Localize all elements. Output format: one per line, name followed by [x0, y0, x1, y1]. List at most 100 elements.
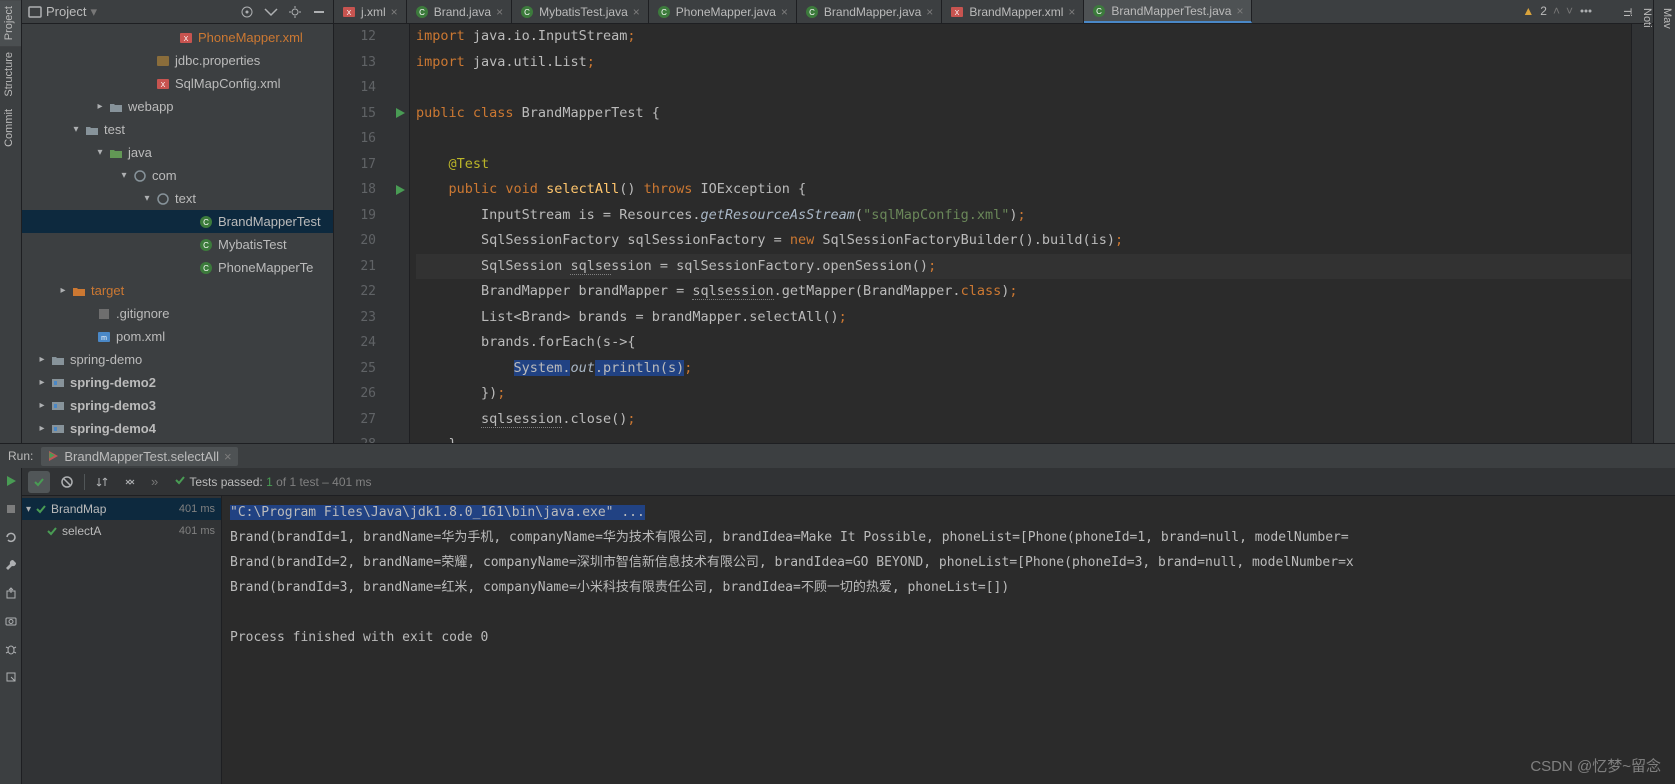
project-tree[interactable]: XPhoneMapper.xmljdbc.propertiesXSqlMapCo…: [22, 24, 333, 443]
svg-text:X: X: [184, 36, 189, 43]
rerun-button[interactable]: [2, 472, 20, 490]
warning-count: 2: [1540, 4, 1547, 18]
class-icon: C: [805, 5, 819, 19]
line-number-gutter[interactable]: 1213141516171819202122232425262728: [334, 24, 390, 443]
tree-item[interactable]: ▾text: [22, 187, 333, 210]
editor-area: Xj.xml×CBrand.java×CMybatisTest.java×CPh…: [334, 0, 1653, 443]
close-icon[interactable]: ×: [391, 5, 398, 19]
class-icon: C: [198, 260, 214, 276]
code-editor[interactable]: import java.io.InputStream;import java.u…: [410, 24, 1631, 443]
pkg-icon: [155, 191, 171, 207]
editor-tab[interactable]: CBrandMapper.java×: [797, 0, 942, 23]
show-passed-button[interactable]: [28, 471, 50, 493]
editor-tab[interactable]: CMybatisTest.java×: [512, 0, 649, 23]
sidebar-tab-project[interactable]: Project: [0, 0, 21, 46]
class-icon: C: [198, 214, 214, 230]
folder-icon: [84, 122, 100, 138]
svg-text:C: C: [661, 8, 667, 17]
svg-text:C: C: [203, 241, 209, 250]
tree-item[interactable]: ▾com: [22, 164, 333, 187]
pass-icon: [35, 503, 47, 515]
folder-orange-icon: [71, 283, 87, 299]
svg-text:C: C: [203, 264, 209, 273]
tree-item[interactable]: ▾test: [22, 118, 333, 141]
tree-item[interactable]: ▸spring-demo3: [22, 394, 333, 417]
tree-item[interactable]: ▾java: [22, 141, 333, 164]
restart-button[interactable]: [2, 528, 20, 546]
run-leftbar: [0, 468, 22, 784]
tree-item[interactable]: .gitignore: [22, 302, 333, 325]
tree-item[interactable]: XPhoneMapper.xml: [22, 26, 333, 49]
maven-icon: m: [96, 329, 112, 345]
svg-text:X: X: [955, 10, 960, 17]
bug-icon[interactable]: [2, 640, 20, 658]
tree-item[interactable]: ▸webapp: [22, 95, 333, 118]
pass-icon: [46, 525, 58, 537]
error-stripe[interactable]: [1631, 24, 1653, 443]
tree-item[interactable]: jdbc.properties: [22, 49, 333, 72]
close-icon[interactable]: ×: [1236, 4, 1243, 18]
svg-text:m: m: [101, 335, 107, 342]
close-icon[interactable]: ×: [781, 5, 788, 19]
close-icon[interactable]: ×: [1068, 5, 1075, 19]
test-tree-item[interactable]: ▾BrandMap401 ms: [22, 498, 221, 520]
sidebar-tab-maven[interactable]: Mav: [1659, 4, 1675, 33]
sort-button[interactable]: [91, 471, 113, 493]
xml-icon: X: [155, 76, 171, 92]
svg-text:C: C: [1096, 7, 1102, 16]
sidebar-tab-timeline[interactable]: Ti: [1619, 4, 1635, 33]
locate-icon[interactable]: [239, 4, 255, 20]
show-ignored-button[interactable]: [56, 471, 78, 493]
class-icon: C: [1092, 4, 1106, 18]
test-status: Tests passed: 1 of 1 test – 401 ms: [174, 474, 371, 489]
console-output[interactable]: "C:\Program Files\Java\jdk1.8.0_161\bin\…: [222, 496, 1675, 784]
close-icon[interactable]: ×: [926, 5, 933, 19]
pkg-icon: [132, 168, 148, 184]
test-tree-item[interactable]: selectA401 ms: [22, 520, 221, 542]
sidebar-tab-structure[interactable]: Structure: [0, 46, 21, 103]
editor-tab[interactable]: CBrand.java×: [407, 0, 512, 23]
editor-inspection-status[interactable]: ▲ 2 ˄˅: [1522, 4, 1593, 18]
expand-icon[interactable]: [263, 4, 279, 20]
tree-item[interactable]: ▸target: [22, 279, 333, 302]
editor-tab[interactable]: XBrandMapper.xml×: [942, 0, 1084, 23]
tree-item[interactable]: CBrandMapperTest: [22, 210, 333, 233]
tree-item[interactable]: CPhoneMapperTe: [22, 256, 333, 279]
tree-item[interactable]: CMybatisTest: [22, 233, 333, 256]
run-config-name: BrandMapperTest.selectAll: [64, 449, 219, 464]
editor-tab[interactable]: Xj.xml×: [334, 0, 407, 23]
xml-icon: X: [950, 5, 964, 19]
close-icon[interactable]: ×: [633, 5, 640, 19]
run-panel: Run: BrandMapperTest.selectAll ×: [0, 443, 1675, 784]
expand-all-button[interactable]: [119, 471, 141, 493]
tree-item[interactable]: ▸spring-demo: [22, 348, 333, 371]
camera-icon[interactable]: [2, 612, 20, 630]
props-icon: [155, 53, 171, 69]
tree-item[interactable]: XSqlMapConfig.xml: [22, 72, 333, 95]
gear-icon[interactable]: [287, 4, 303, 20]
tree-item[interactable]: mpom.xml: [22, 325, 333, 348]
export-icon[interactable]: [2, 584, 20, 602]
close-icon[interactable]: ×: [496, 5, 503, 19]
module-icon: [50, 421, 66, 437]
editor-tab[interactable]: CPhoneMapper.java×: [649, 0, 797, 23]
tree-item[interactable]: ▸spring-demo4: [22, 417, 333, 440]
editor-tab[interactable]: CBrandMapperTest.java×: [1084, 0, 1252, 23]
hide-icon[interactable]: [311, 4, 327, 20]
svg-text:C: C: [809, 8, 815, 17]
stop-button[interactable]: [2, 500, 20, 518]
module-icon: [50, 398, 66, 414]
tree-item[interactable]: ▸spring-demo2: [22, 371, 333, 394]
run-label: Run:: [8, 449, 33, 463]
xml-icon: X: [342, 5, 356, 19]
exit-icon[interactable]: [2, 668, 20, 686]
test-tree[interactable]: ▾BrandMap401 msselectA401 ms: [22, 496, 222, 784]
sidebar-tab-commit[interactable]: Commit: [0, 103, 21, 153]
more-icon[interactable]: [1579, 4, 1593, 18]
run-config-tab[interactable]: BrandMapperTest.selectAll ×: [41, 447, 237, 466]
warning-icon: ▲: [1522, 4, 1534, 18]
wrench-icon[interactable]: [2, 556, 20, 574]
close-icon[interactable]: ×: [224, 449, 232, 464]
gutter-icons[interactable]: [390, 24, 410, 443]
sidebar-tab-notifications[interactable]: Noti: [1639, 4, 1655, 33]
